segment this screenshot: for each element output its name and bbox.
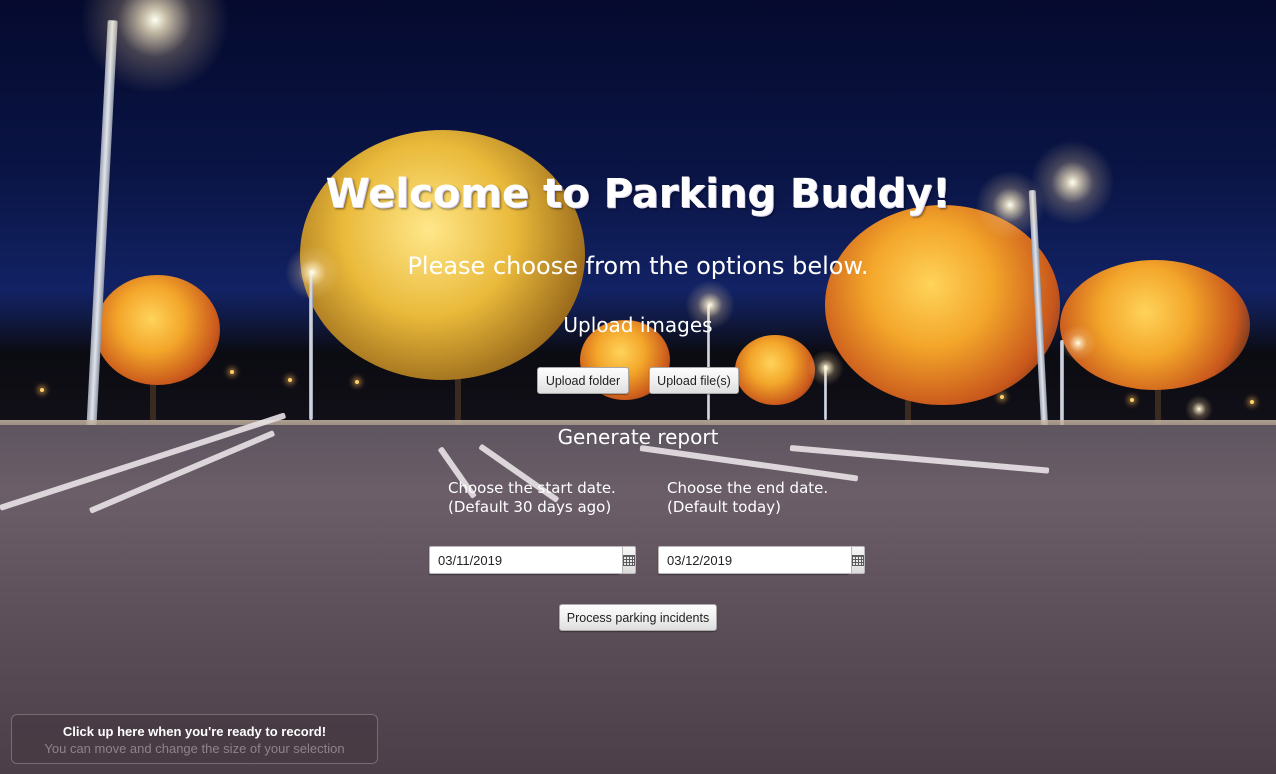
end-date-label-line1: Choose the end date. (667, 479, 829, 497)
start-date-label: Choose the start date. (Default 30 days … (448, 479, 616, 517)
main-content: Welcome to Parking Buddy! Please choose … (0, 0, 1276, 774)
end-date-label: Choose the end date. (Default today) (667, 479, 828, 517)
start-date-input[interactable] (429, 546, 622, 574)
record-selection-overlay[interactable]: Click up here when you're ready to recor… (11, 714, 378, 764)
start-date-picker (429, 546, 636, 574)
generate-report-heading: Generate report (557, 425, 719, 449)
record-prompt-subtitle: You can move and change the size of your… (44, 741, 345, 756)
start-date-label-line1: Choose the start date. (448, 479, 616, 497)
end-date-label-line2: (Default today) (667, 498, 781, 516)
upload-folder-button[interactable]: Upload folder (537, 367, 629, 394)
end-date-calendar-button[interactable] (851, 546, 865, 574)
upload-images-heading: Upload images (563, 313, 713, 337)
record-prompt-title: Click up here when you're ready to recor… (62, 724, 327, 739)
end-date-input[interactable] (658, 546, 851, 574)
process-parking-incidents-button[interactable]: Process parking incidents (559, 604, 717, 631)
upload-files-button[interactable]: Upload file(s) (649, 367, 739, 394)
end-date-picker (658, 546, 865, 574)
calendar-icon (852, 554, 864, 566)
calendar-icon (623, 554, 635, 566)
page-subtitle: Please choose from the options below. (407, 252, 869, 280)
start-date-label-line2: (Default 30 days ago) (448, 498, 612, 516)
page-title: Welcome to Parking Buddy! (325, 171, 951, 217)
start-date-calendar-button[interactable] (622, 546, 636, 574)
